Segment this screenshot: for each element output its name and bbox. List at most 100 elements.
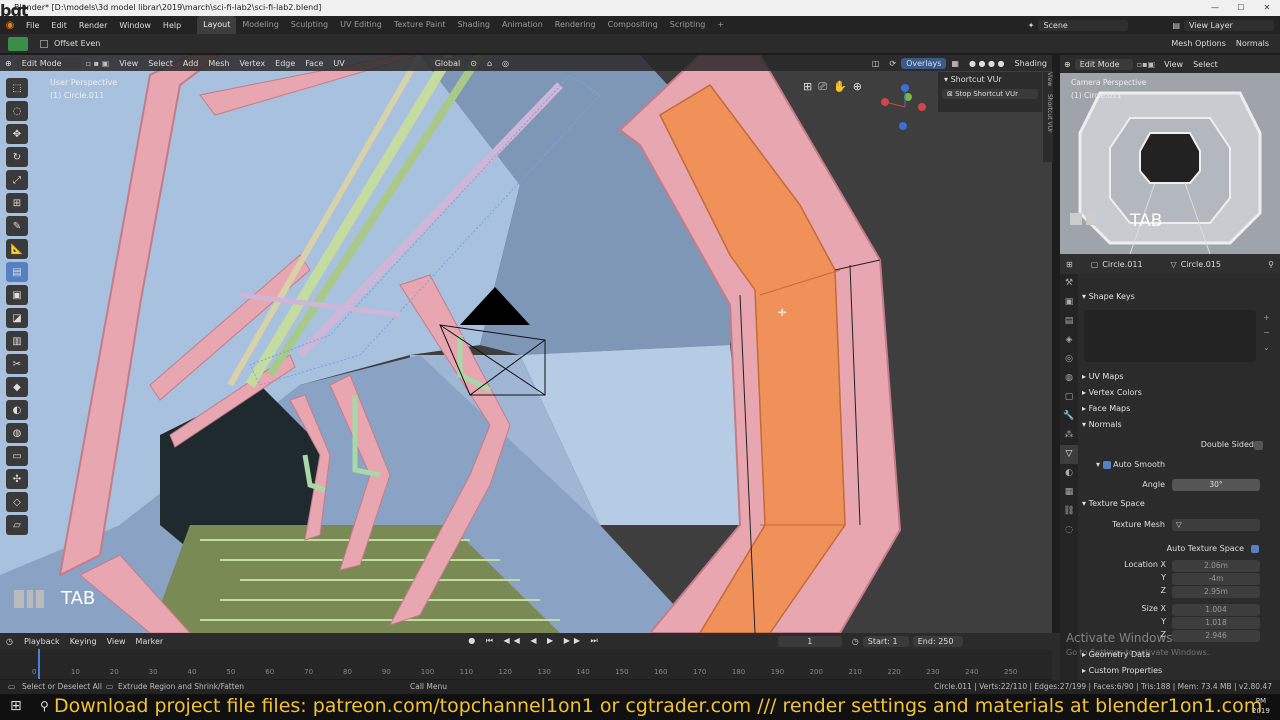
properties-editor-icon[interactable]: ⊞ <box>1060 260 1079 269</box>
menu-edge[interactable]: Edge <box>270 59 300 68</box>
playback-controls[interactable]: ● ⏮ ◀◀ ◀ ▶ ▶▶ ⏭ <box>468 636 602 646</box>
tab-layout[interactable]: Layout <box>197 16 237 34</box>
scale-icon[interactable]: ⤢ <box>6 170 28 190</box>
sidebar-tab-view[interactable]: View <box>1046 72 1053 86</box>
menu-add[interactable]: Add <box>178 59 204 68</box>
sidebar-tabs[interactable]: View Shortcut VUr <box>1043 72 1053 162</box>
location-z-field[interactable]: 2.95m <box>1172 586 1260 598</box>
camera-select-mode-icons[interactable]: ▫▪▣ <box>1133 60 1159 69</box>
shrink-fatten-icon[interactable]: ✣ <box>6 469 28 489</box>
tool-tab-icon[interactable]: ⚒ <box>1060 274 1078 293</box>
shading-modes-icon[interactable]: ● ● ● ● <box>964 59 1010 68</box>
pan-hand-icon[interactable]: ✋ <box>833 80 847 94</box>
tab-shading[interactable]: Shading <box>451 16 496 34</box>
gizmo-icon[interactable]: ⟳ <box>884 59 901 68</box>
xray-icon[interactable]: ▦ <box>946 59 964 68</box>
camera-mode-selector[interactable]: Edit Mode <box>1074 58 1133 70</box>
section-face-maps[interactable]: ▸ Face Maps <box>1082 404 1278 419</box>
timeline-menu-playback[interactable]: Playback <box>19 637 65 646</box>
camera-viewport[interactable] <box>1060 73 1280 254</box>
physics-tab-icon[interactable]: ◌ <box>1060 521 1078 540</box>
menu-window[interactable]: Window <box>113 21 157 30</box>
preview-range-icon[interactable]: ◷ <box>852 637 859 646</box>
windows-start-icon[interactable]: ⊞ <box>10 698 22 714</box>
menu-uv[interactable]: UV <box>328 59 349 68</box>
section-shape-keys[interactable]: ▾ Shape Keys <box>1082 292 1278 307</box>
tab-uv-editing[interactable]: UV Editing <box>334 16 388 34</box>
tab-animation[interactable]: Animation <box>496 16 549 34</box>
scene-selector[interactable]: Scene <box>1038 19 1129 31</box>
annotate-icon[interactable]: ✎ <box>6 216 28 236</box>
viewport-3d[interactable]: ✛ <box>0 55 1052 633</box>
smooth-icon[interactable]: ◍ <box>6 423 28 443</box>
current-frame-field[interactable]: 1 <box>777 635 842 647</box>
render-tab-icon[interactable]: ▣ <box>1060 293 1078 312</box>
blender-logo-icon[interactable]: ◉ <box>0 20 20 31</box>
close-window-button[interactable]: ✕ <box>1254 0 1280 16</box>
auto-smooth-checkbox[interactable] <box>1102 460 1111 469</box>
material-tab-icon[interactable]: ◐ <box>1060 464 1078 483</box>
menu-help[interactable]: Help <box>157 21 187 30</box>
camera-menu-view[interactable]: View <box>1159 60 1188 69</box>
knife-icon[interactable]: ✂ <box>6 354 28 374</box>
transform-icon[interactable]: ⊞ <box>6 193 28 213</box>
poly-build-icon[interactable]: ◆ <box>6 377 28 397</box>
size-y-field[interactable]: 1.018 <box>1172 617 1260 629</box>
normals-menu[interactable]: Normals <box>1230 38 1274 49</box>
timeline-menu-marker[interactable]: Marker <box>131 637 169 646</box>
menu-face[interactable]: Face <box>300 59 328 68</box>
section-texture-space[interactable]: ▾ Texture Space <box>1082 499 1278 514</box>
shape-key-controls[interactable]: + − ⌄ <box>1263 310 1270 355</box>
object-tab-icon[interactable]: ▢ <box>1060 388 1078 407</box>
camera-menu-select[interactable]: Select <box>1188 60 1223 69</box>
view-layer-selector[interactable]: View Layer <box>1184 19 1274 31</box>
sidebar-tab-shortcut[interactable]: Shortcut VUr <box>1046 94 1053 132</box>
tab-scripting[interactable]: Scripting <box>664 16 712 34</box>
scene-tab-icon[interactable]: ◎ <box>1060 350 1078 369</box>
spin-icon[interactable]: ◐ <box>6 400 28 420</box>
measure-icon[interactable]: 📐 <box>6 239 28 259</box>
section-uv-maps[interactable]: ▸ UV Maps <box>1082 372 1278 387</box>
loop-cut-icon[interactable]: ▥ <box>6 331 28 351</box>
visibility-icon[interactable]: ◫ <box>867 59 885 68</box>
snap-icon[interactable]: ⌂ <box>482 59 497 68</box>
pin-icon[interactable]: ⚲ <box>1268 260 1274 269</box>
timeline-menu-keying[interactable]: Keying <box>65 637 102 646</box>
edge-slide-icon[interactable]: ▭ <box>6 446 28 466</box>
start-frame-field[interactable]: Start: 1 <box>862 635 909 647</box>
pivot-icon[interactable]: ⊙ <box>465 59 482 68</box>
menu-vertex[interactable]: Vertex <box>234 59 270 68</box>
texture-tab-icon[interactable]: ▦ <box>1060 483 1078 502</box>
minimize-button[interactable]: — <box>1202 0 1228 16</box>
proportional-icon[interactable]: ◎ <box>497 59 514 68</box>
timeline-editor-icon[interactable]: ◷ <box>0 637 19 646</box>
location-x-field[interactable]: 2.06m <box>1172 560 1260 572</box>
shear-icon[interactable]: ◇ <box>6 492 28 512</box>
extrude-region-icon[interactable]: ▤ <box>6 262 28 282</box>
menu-file[interactable]: File <box>20 21 45 30</box>
section-normals[interactable]: ▾ Normals <box>1082 420 1278 435</box>
output-tab-icon[interactable]: ▤ <box>1060 312 1078 331</box>
particles-tab-icon[interactable]: ⁂ <box>1060 426 1078 445</box>
grid-view-icon[interactable]: ⊞ <box>803 80 812 94</box>
editor-type-icon[interactable]: ⊕ <box>0 59 17 68</box>
section-vertex-colors[interactable]: ▸ Vertex Colors <box>1082 388 1278 403</box>
cursor-icon[interactable]: ◌ <box>6 101 28 121</box>
size-z-field[interactable]: 2.946 <box>1172 630 1260 642</box>
shape-keys-list[interactable] <box>1084 310 1256 362</box>
overlays-button[interactable]: Overlays <box>901 57 947 69</box>
select-mode-icons[interactable]: ▫ ▪ ▣ <box>81 59 115 68</box>
rip-icon[interactable]: ▱ <box>6 515 28 535</box>
tab-modeling[interactable]: Modeling <box>236 16 284 34</box>
rotate-icon[interactable]: ↻ <box>6 147 28 167</box>
world-tab-icon[interactable]: ◍ <box>1060 369 1078 388</box>
bevel-icon[interactable]: ◪ <box>6 308 28 328</box>
extrude-tool-icon[interactable] <box>8 36 28 51</box>
auto-texture-space-checkbox[interactable] <box>1251 545 1259 553</box>
menu-edit[interactable]: Edit <box>45 21 73 30</box>
section-custom-properties[interactable]: ▸ Custom Properties <box>1082 666 1278 681</box>
location-y-field[interactable]: -4m <box>1172 573 1260 585</box>
timeline-area[interactable]: 0 10 20 30 40 50 60 70 80 90 100 110 120 130 140 150 160… <box>0 649 1052 679</box>
playhead[interactable] <box>38 649 40 679</box>
menu-mesh[interactable]: Mesh <box>203 59 234 68</box>
